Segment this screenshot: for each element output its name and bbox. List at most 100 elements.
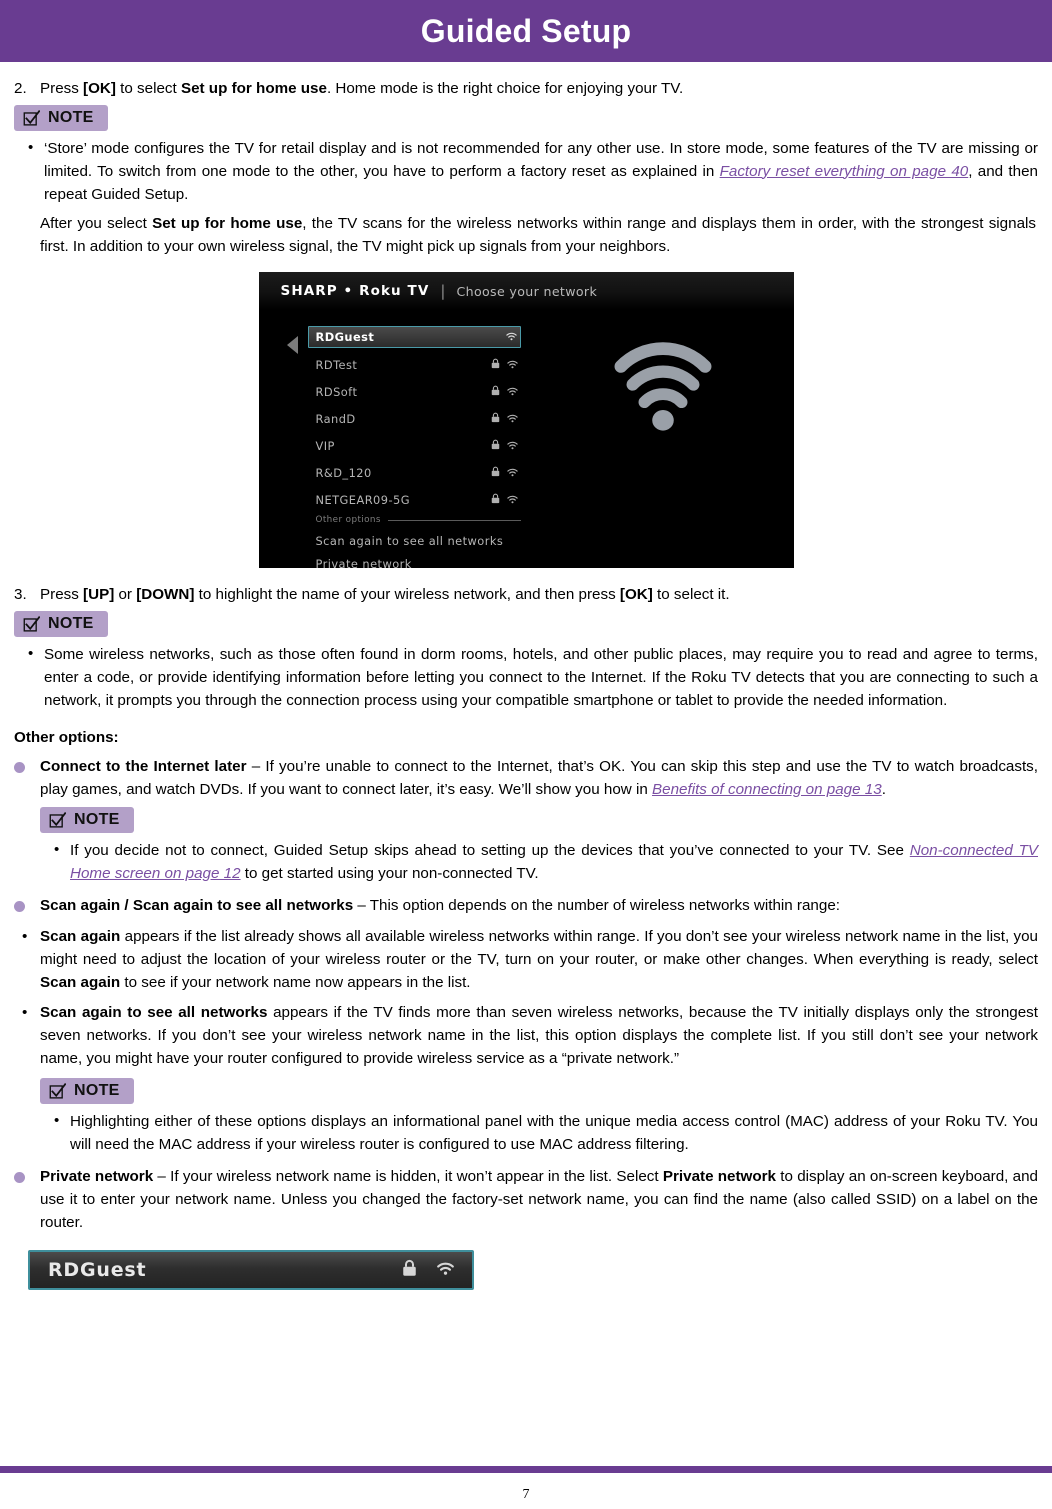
wifi-icon bbox=[504, 385, 521, 399]
sub-scan-all-body: Scan again to see all networks appears i… bbox=[40, 1001, 1038, 1070]
lock-icon bbox=[487, 439, 504, 453]
note-badge-2: NOTE bbox=[14, 611, 108, 638]
other-options-divider: Other options bbox=[308, 515, 521, 525]
wifi-icon bbox=[504, 493, 521, 507]
step-2-text: Press [OK] to select Set up for home use… bbox=[40, 79, 1038, 99]
note-2-body: Some wireless networks, such as those of… bbox=[44, 645, 1038, 709]
note-label-4: NOTE bbox=[74, 1082, 120, 1100]
divider-line bbox=[387, 519, 521, 521]
sub-scan-again-b1: Scan again bbox=[40, 927, 121, 945]
other-options-list-3: Private network – If your wireless netwo… bbox=[14, 1165, 1038, 1234]
page-number: 7 bbox=[522, 1487, 530, 1502]
option-connect-later-t2: . bbox=[881, 780, 886, 798]
network-row-selected[interactable]: RDGuest bbox=[307, 326, 521, 349]
lock-icon bbox=[487, 466, 504, 480]
note-3-list: • If you decide not to connect, Guided S… bbox=[40, 839, 1038, 885]
note-1-body: ‘Store’ mode configures the TV for retai… bbox=[44, 137, 1038, 206]
note-label-1: NOTE bbox=[48, 109, 94, 127]
network-name: RDGuest bbox=[315, 330, 375, 345]
page-content: 2. Press [OK] to select Set up for home … bbox=[0, 79, 1052, 1291]
note-1-item: • ‘Store’ mode configures the TV for ret… bbox=[14, 137, 1038, 206]
network-row[interactable]: RDTest bbox=[308, 355, 521, 375]
network-name: RDSoft bbox=[315, 385, 358, 400]
network-row[interactable]: R&D_120 bbox=[308, 463, 521, 483]
round-bullet-icon bbox=[14, 894, 40, 917]
sub-scan-all-b1: Scan again to see all networks bbox=[40, 1004, 268, 1022]
para-b1: Set up for home use bbox=[152, 214, 303, 232]
network-list: RDGuest RDTest RDSoft RandD VIP R&D_120 … bbox=[259, 326, 529, 568]
option-private-network-body: Private network – If your wireless netwo… bbox=[40, 1165, 1038, 1234]
other-options-list-2: Scan again / Scan again to see all netwo… bbox=[14, 894, 1038, 917]
note-4-body: Highlighting either of these options dis… bbox=[70, 1112, 1038, 1153]
lock-icon bbox=[487, 412, 504, 426]
lock-icon bbox=[487, 358, 504, 372]
other-options-label: Other options bbox=[315, 515, 381, 526]
step-3-t1: Press bbox=[40, 586, 84, 604]
network-row[interactable]: RDSoft bbox=[308, 382, 521, 402]
step-2-t1: Press bbox=[40, 80, 84, 97]
wifi-icon bbox=[504, 358, 521, 372]
wifi-icon bbox=[504, 466, 521, 480]
row-spacer bbox=[259, 375, 529, 382]
note-badge-3: NOTE bbox=[40, 807, 134, 834]
tv-screen-header: SHARP • Roku TV | Choose your network bbox=[258, 272, 794, 311]
bullet-icon: • bbox=[54, 1111, 60, 1129]
row-spacer bbox=[259, 483, 529, 490]
network-row[interactable]: RandD bbox=[308, 409, 521, 429]
sub-scan-again-t2: to see if your network name now appears … bbox=[120, 974, 471, 992]
step-3-key-down: [DOWN] bbox=[136, 586, 195, 604]
round-bullet-icon bbox=[14, 1165, 40, 1234]
option-private-network-title: Private network bbox=[40, 1168, 154, 1186]
step-3: 3. Press [UP] or [DOWN] to highlight the… bbox=[14, 585, 1038, 605]
note-label-3: NOTE bbox=[74, 811, 120, 829]
other-options-heading: Other options: bbox=[14, 728, 119, 746]
note-3-body: If you decide not to connect, Guided Set… bbox=[70, 839, 1038, 885]
tv-option-private-network[interactable]: Private network bbox=[308, 557, 528, 568]
logo-divider: | bbox=[440, 282, 446, 301]
option-scan-again-group-body: Scan again / Scan again to see all netwo… bbox=[40, 894, 1038, 917]
network-row[interactable]: VIP bbox=[308, 436, 521, 456]
network-name: NETGEAR09-5G bbox=[315, 493, 410, 508]
row-spacer bbox=[259, 429, 529, 436]
wifi-icon bbox=[503, 330, 520, 344]
tv-screenshot: SHARP • Roku TV | Choose your network RD… bbox=[258, 272, 794, 569]
step-2-option: Set up for home use bbox=[180, 80, 327, 97]
other-options-list: Connect to the Internet later – If you’r… bbox=[14, 755, 1038, 801]
rdguest-name: RDGuest bbox=[48, 1259, 147, 1282]
note-2-item: • Some wireless networks, such as those … bbox=[14, 643, 1038, 712]
page-title: Guided Setup bbox=[420, 12, 632, 49]
option-private-network: Private network – If your wireless netwo… bbox=[14, 1165, 1038, 1234]
xref-benefits-connecting[interactable]: Benefits of connecting on page 13 bbox=[652, 781, 882, 798]
bullet-icon: • bbox=[54, 840, 60, 858]
option-connect-later-title: Connect to the Internet later bbox=[40, 757, 247, 775]
checkbox-check-icon bbox=[49, 1082, 67, 1100]
network-name: RDTest bbox=[315, 358, 358, 373]
network-row[interactable]: NETGEAR09-5G bbox=[308, 490, 521, 510]
note-3-t1: If you decide not to connect, Guided Set… bbox=[70, 841, 910, 859]
wifi-icon bbox=[504, 412, 521, 426]
lock-icon bbox=[487, 385, 504, 399]
option-connect-later-body: Connect to the Internet later – If you’r… bbox=[40, 755, 1038, 801]
note-2-list: • Some wireless networks, such as those … bbox=[14, 643, 1038, 712]
option-connect-later: Connect to the Internet later – If you’r… bbox=[14, 755, 1038, 801]
checkbox-check-icon bbox=[23, 109, 41, 127]
para-t1: After you select bbox=[40, 214, 153, 232]
step-3-key-ok: [OK] bbox=[619, 586, 653, 604]
step-2-number: 2. bbox=[14, 80, 27, 97]
sharp-roku-tv-logo: SHARP • Roku TV bbox=[280, 283, 430, 300]
option-private-network-t1: – If your wireless network name is hidde… bbox=[153, 1168, 663, 1186]
tv-option-scan-again[interactable]: Scan again to see all networks bbox=[308, 534, 528, 548]
note-label-2: NOTE bbox=[48, 615, 94, 633]
sub-scan-again: • Scan again appears if the list already… bbox=[14, 925, 1038, 994]
step-3-t3: to highlight the name of your wireless n… bbox=[194, 586, 620, 604]
lock-icon bbox=[487, 493, 504, 507]
option-scan-again-t1: – This option depends on the number of w… bbox=[353, 896, 840, 914]
step-2-key-ok: [OK] bbox=[83, 80, 116, 97]
step-3-text: Press [UP] or [DOWN] to highlight the na… bbox=[40, 585, 1038, 605]
sub-scan-again-b2: Scan again bbox=[40, 974, 121, 992]
xref-factory-reset[interactable]: Factory reset everything on page 40 bbox=[720, 163, 969, 180]
sub-scan-all: • Scan again to see all networks appears… bbox=[14, 1001, 1038, 1070]
rdguest-selected-row[interactable]: RDGuest bbox=[28, 1250, 474, 1291]
tv-screen-subtitle: Choose your network bbox=[456, 283, 598, 299]
step-3-key-up: [UP] bbox=[83, 586, 115, 604]
